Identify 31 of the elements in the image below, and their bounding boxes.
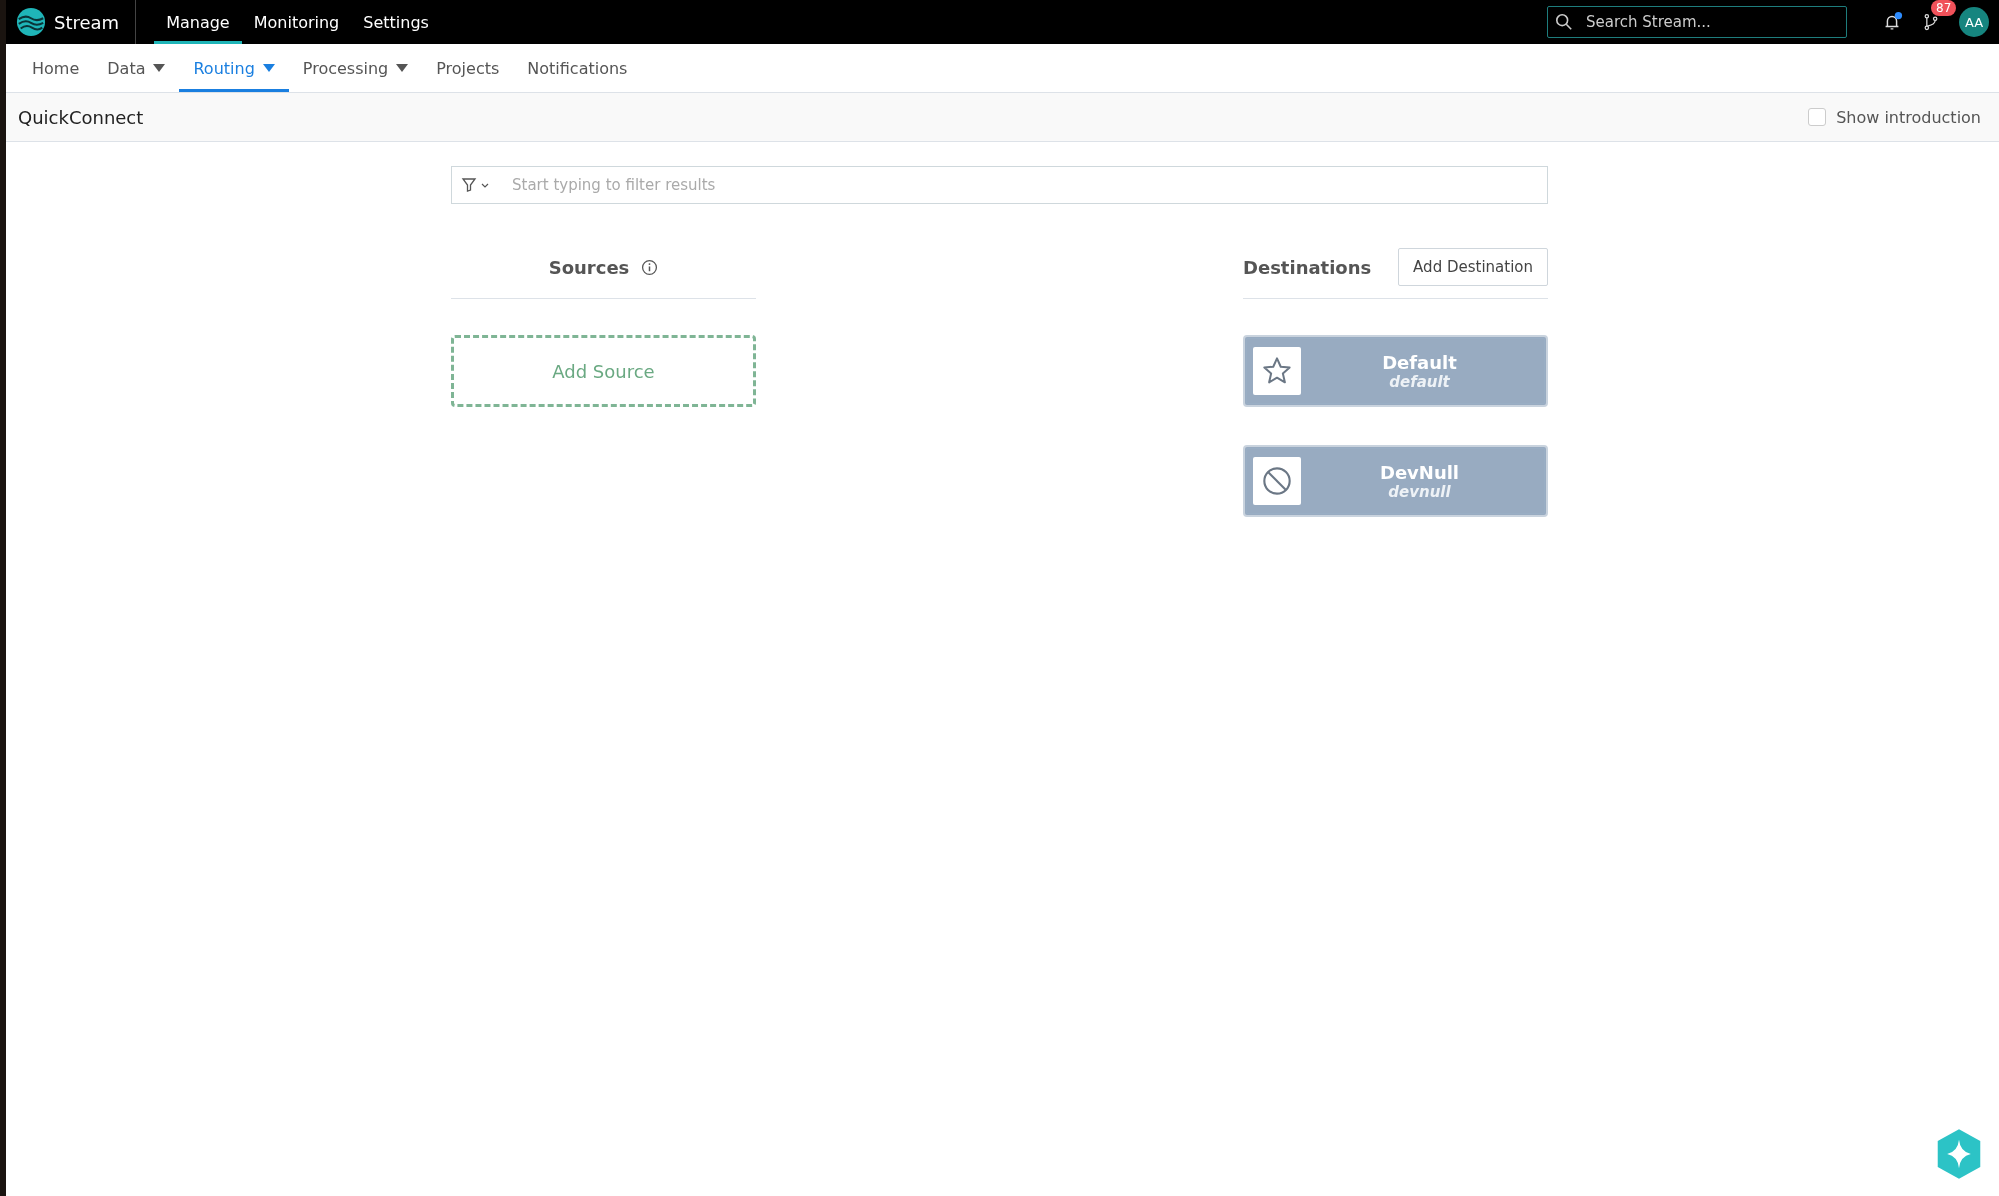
info-icon[interactable] xyxy=(641,258,659,276)
nav-tab[interactable]: Home xyxy=(18,44,94,92)
nav-tab[interactable]: Projects xyxy=(422,44,514,92)
brand-name: Stream xyxy=(54,11,120,33)
filter-field[interactable]: Start typing to filter results xyxy=(451,166,1548,204)
caret-icon xyxy=(396,64,409,72)
page-title: QuickConnect xyxy=(18,106,144,128)
top-nav-link[interactable]: Settings xyxy=(351,0,441,44)
destinations-heading: Destinations xyxy=(1243,256,1372,278)
add-destination-button[interactable]: Add Destination xyxy=(1398,248,1548,286)
destination-name: DevNull xyxy=(1379,461,1460,483)
checkbox-label: Show introduction xyxy=(1836,107,1981,127)
nav-tab[interactable]: Processing xyxy=(288,44,423,92)
avatar[interactable]: AA xyxy=(1959,7,1989,37)
nav-tab[interactable]: Data xyxy=(93,44,180,92)
search-field[interactable]: Search Stream... xyxy=(1547,6,1847,38)
nav-tab[interactable]: Notifications xyxy=(513,44,642,92)
prohibited-icon xyxy=(1261,465,1293,497)
count-badge: 87 xyxy=(1931,0,1957,16)
logo-icon xyxy=(16,7,46,37)
sources-heading: Sources xyxy=(548,256,630,278)
filter-icon[interactable] xyxy=(461,177,491,193)
search-icon xyxy=(1555,13,1573,31)
destination-name: Default xyxy=(1382,351,1457,373)
destination-id: default xyxy=(1389,372,1450,391)
destination-id: devnull xyxy=(1388,482,1451,501)
top-nav-link[interactable]: Manage xyxy=(154,0,242,44)
caret-icon xyxy=(262,64,275,72)
caret-icon xyxy=(153,64,166,72)
checkbox[interactable] xyxy=(1808,108,1827,126)
top-nav-link[interactable]: Monitoring xyxy=(241,0,352,44)
